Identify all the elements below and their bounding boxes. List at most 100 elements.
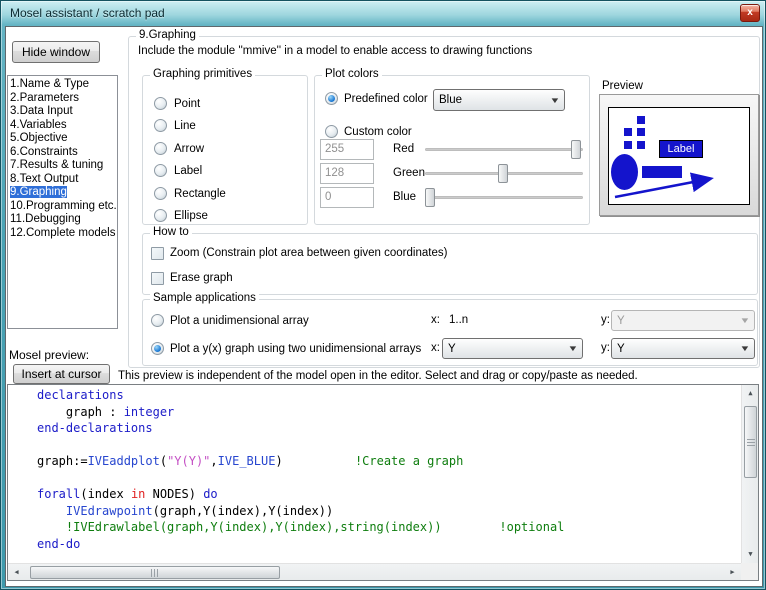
custom-color-radio[interactable] (325, 125, 338, 138)
section-group-title: 9.Graphing (136, 29, 199, 41)
section-description: Include the module ''mmive'' in a model … (138, 45, 532, 57)
sidebar-item-8[interactable]: 8.Text Output (8, 173, 117, 187)
code-line: forall(index in NODES) do (37, 486, 740, 503)
primitive-ellipse-radio[interactable] (154, 209, 167, 222)
section-list[interactable]: 1.Name & Type2.Parameters3.Data Input4.V… (7, 75, 118, 329)
primitive-label: Arrow (174, 142, 204, 156)
primitive-line-radio[interactable] (154, 119, 167, 132)
sidebar-item-label: 11.Debugging (10, 213, 81, 225)
primitive-rectangle-radio[interactable] (154, 187, 167, 200)
scroll-right-icon[interactable]: ▶ (724, 564, 741, 581)
primitive-row-arrow[interactable]: Arrow (143, 139, 307, 161)
primitives-options: Point Line Arrow Label Rectangle Ellipse (143, 94, 307, 228)
code-content: declarations graph : integerend-declarat… (8, 387, 740, 562)
x-array-select[interactable]: Y ▼ (442, 338, 583, 359)
sidebar-item-label: 6.Constraints (10, 146, 78, 158)
sidebar-item-12[interactable]: 12.Complete models (8, 227, 117, 241)
zoom-checkbox[interactable] (151, 247, 164, 260)
primitive-row-line[interactable]: Line (143, 116, 307, 138)
chevron-down-icon: ▼ (567, 344, 578, 353)
primitive-row-point[interactable]: Point (143, 94, 307, 116)
code-editor[interactable]: declarations graph : integerend-declarat… (7, 384, 759, 581)
primitive-label: Point (174, 97, 200, 111)
sidebar-item-5[interactable]: 5.Objective (8, 132, 117, 146)
primitive-row-label[interactable]: Label (143, 161, 307, 183)
close-icon: x (747, 7, 753, 18)
y-array-select[interactable]: Y ▼ (611, 338, 755, 359)
horizontal-scrollbar[interactable]: ◀ ▶ (8, 563, 741, 580)
scroll-up-icon[interactable]: ▲ (742, 385, 759, 402)
hide-window-button[interactable]: Hide window (12, 41, 100, 63)
code-line: graph:=IVEaddplot("Y(Y)",IVE_BLUE) !Crea… (37, 453, 740, 470)
sidebar-item-2[interactable]: 2.Parameters (8, 92, 117, 106)
sidebar-item-10[interactable]: 10.Programming etc. (8, 200, 117, 214)
blue-slider-thumb[interactable] (425, 188, 435, 207)
blue-slider[interactable] (425, 187, 583, 208)
plot-yx-graph-radio[interactable] (151, 342, 164, 355)
preview-arrow (609, 108, 751, 206)
sidebar-item-label: 10.Programming etc. (10, 200, 117, 212)
predefined-color-select[interactable]: Blue ▼ (433, 89, 565, 111)
predefined-color-radio[interactable] (325, 92, 338, 105)
sidebar-item-9[interactable]: 9.Graphing (8, 186, 117, 200)
scroll-left-icon[interactable]: ◀ (8, 564, 25, 581)
sidebar-item-7[interactable]: 7.Results & tuning (8, 159, 117, 173)
sidebar-item-4[interactable]: 4.Variables (8, 119, 117, 133)
primitive-row-rectangle[interactable]: Rectangle (143, 184, 307, 206)
titlebar[interactable]: Mosel assistant / scratch pad x (1, 1, 765, 25)
code-line: end-do (37, 536, 740, 553)
sidebar-item-11[interactable]: 11.Debugging (8, 213, 117, 227)
y-label: y: (601, 342, 610, 354)
y-array-value: Y (617, 343, 625, 355)
vertical-scrollbar-thumb[interactable] (744, 406, 757, 478)
code-line: IVEdrawpoint(graph,Y(index),Y(index)) (37, 503, 740, 520)
red-slider-thumb[interactable] (571, 140, 581, 159)
close-button[interactable]: x (740, 4, 760, 22)
primitive-row-ellipse[interactable]: Ellipse (143, 206, 307, 228)
vertical-scrollbar[interactable]: ▲ ▼ (741, 385, 758, 563)
scroll-down-icon[interactable]: ▼ (742, 546, 759, 563)
sidebar-item-1[interactable]: 1.Name & Type (8, 78, 117, 92)
horizontal-scrollbar-thumb[interactable] (30, 566, 280, 579)
primitive-label-radio[interactable] (154, 164, 167, 177)
erase-graph-checkbox-label: Erase graph (170, 272, 233, 284)
mosel-assistant-window: Mosel assistant / scratch pad x Hide win… (0, 0, 766, 590)
green-slider-thumb[interactable] (498, 164, 508, 183)
zoom-checkbox-label: Zoom (Constrain plot area between given … (170, 247, 447, 259)
sidebar-item-3[interactable]: 3.Data Input (8, 105, 117, 119)
plot-colors-group: Plot colors Predefined color Blue ▼ Cust… (314, 75, 590, 225)
green-slider[interactable] (425, 163, 583, 184)
preview-note: This preview is independent of the model… (118, 370, 762, 382)
dialog-client-area: Hide window 1.Name & Type2.Parameters3.D… (5, 26, 763, 587)
custom-color-label: Custom color (344, 125, 412, 139)
erase-graph-checkbox[interactable] (151, 272, 164, 285)
sample-applications-group: Sample applications Plot a unidimensiona… (142, 299, 758, 366)
code-line (37, 437, 740, 454)
sidebar-item-6[interactable]: 6.Constraints (8, 146, 117, 160)
predefined-color-label: Predefined color (344, 92, 428, 106)
primitive-label: Label (174, 164, 202, 178)
sample-applications-title: Sample applications (150, 292, 259, 304)
blue-slider-track[interactable] (425, 196, 583, 199)
plot-unidimensional-radio[interactable] (151, 314, 164, 327)
insert-at-cursor-button[interactable]: Insert at cursor (13, 364, 110, 384)
code-line: !IVEdrawlabel(graph,Y(index),Y(index),st… (37, 519, 740, 536)
primitive-label: Rectangle (174, 187, 226, 201)
sidebar-item-label: 9.Graphing (10, 186, 67, 198)
sidebar-item-label: 4.Variables (10, 119, 67, 131)
sample-row-yx-graph: Plot a y(x) graph using two unidimension… (143, 338, 757, 360)
how-to-title: How to (150, 226, 192, 238)
mosel-preview-label: Mosel preview: (9, 348, 89, 362)
x-label: x: (431, 314, 440, 326)
sidebar-item-label: 12.Complete models (10, 227, 115, 239)
primitive-arrow-radio[interactable] (154, 142, 167, 155)
x-label: x: (431, 342, 440, 354)
primitive-point-radio[interactable] (154, 97, 167, 110)
preview-canvas: Label (608, 107, 750, 205)
sample-row-unidimensional: Plot a unidimensional array x: 1..n y: Y… (143, 310, 757, 332)
red-slider[interactable] (425, 139, 583, 160)
sidebar-item-label: 2.Parameters (10, 92, 79, 104)
code-line (37, 470, 740, 487)
red-slider-track[interactable] (425, 148, 583, 151)
y-label: y: (601, 314, 610, 326)
